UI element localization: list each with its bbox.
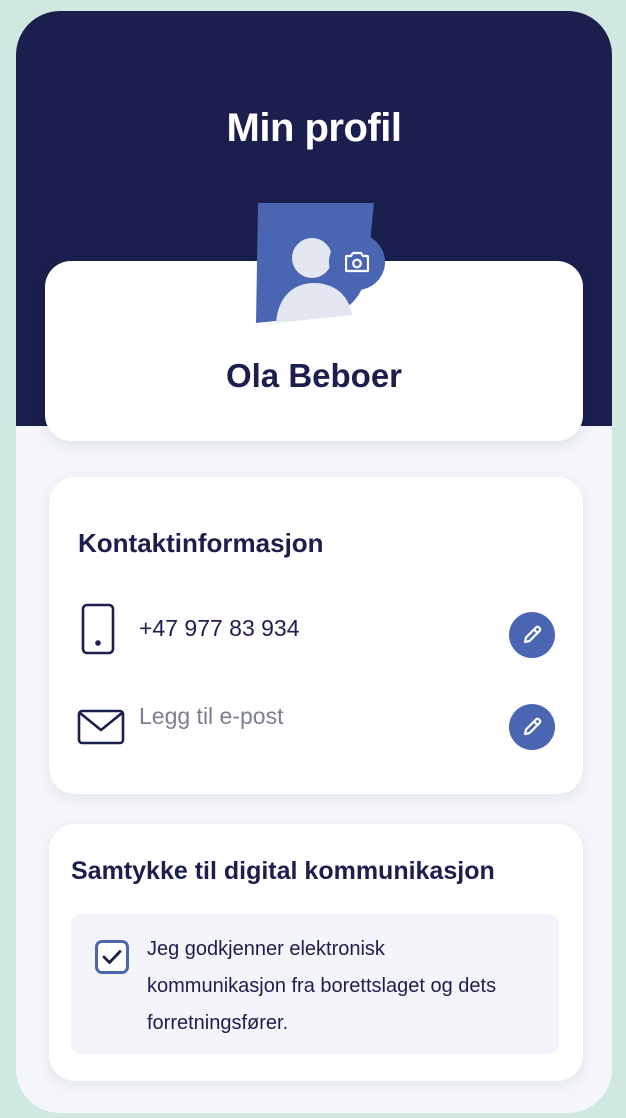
- phone-number: +47 977 83 934: [139, 615, 300, 641]
- contact-info-title: Kontaktinformasjon: [78, 528, 324, 558]
- edit-email-button[interactable]: [509, 704, 555, 750]
- contact-info-card: Kontaktinformasjon +47 977 83 934 Legg t…: [49, 477, 583, 794]
- pencil-icon: [523, 625, 542, 644]
- email-placeholder[interactable]: Legg til e-post: [139, 703, 283, 730]
- consent-option[interactable]: Jeg godkjenner elektronisk kommunikasjon…: [71, 914, 559, 1054]
- profile-name: Ola Beboer: [225, 357, 403, 394]
- app-screen: Min profil Ola Beboer Kontaktinformasjon…: [16, 11, 612, 1113]
- consent-card: Samtykke til digital kommunikasjon Jeg g…: [49, 824, 583, 1081]
- change-photo-button[interactable]: [329, 234, 385, 290]
- checkmark-icon: [102, 950, 122, 964]
- edit-phone-button[interactable]: [509, 612, 555, 658]
- camera-icon: [345, 251, 369, 273]
- envelope-icon: [77, 709, 125, 750]
- consent-title: Samtykke til digital kommunikasjon: [71, 857, 495, 885]
- page-title: Min profil: [226, 106, 402, 150]
- consent-text: Jeg godkjenner elektronisk kommunikasjon…: [147, 938, 497, 1034]
- consent-checkbox[interactable]: [95, 940, 129, 974]
- mobile-phone-icon: [81, 603, 115, 660]
- pencil-icon: [523, 717, 542, 736]
